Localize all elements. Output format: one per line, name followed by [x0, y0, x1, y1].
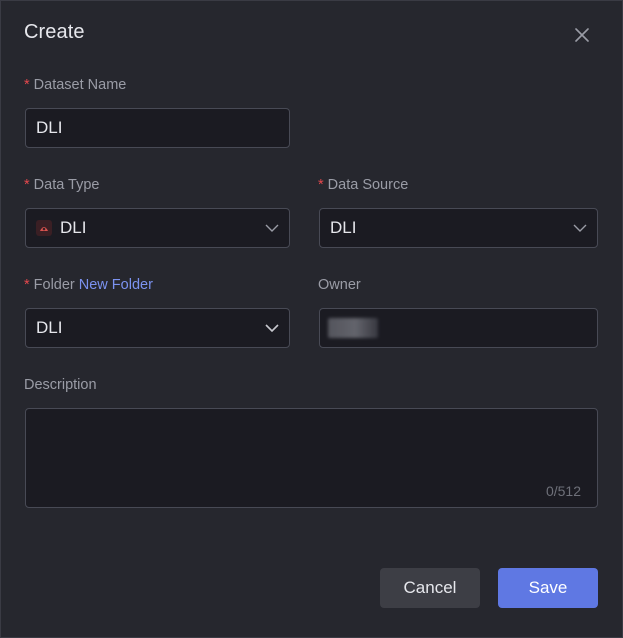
chevron-down-icon	[265, 224, 279, 232]
owner-label: Owner	[318, 277, 361, 293]
dli-icon	[36, 220, 52, 236]
required-mark: *	[318, 177, 324, 193]
folder-value: DLI	[36, 318, 63, 337]
char-counter: 0/512	[545, 483, 581, 499]
dataset-name-value: DLI	[36, 118, 63, 137]
data-source-label: * Data Source	[318, 177, 408, 193]
required-mark: *	[24, 177, 30, 193]
data-type-value: DLI	[60, 218, 87, 237]
chevron-down-icon	[573, 224, 587, 232]
data-type-select[interactable]: DLI	[25, 208, 290, 248]
folder-label: * Folder New Folder	[24, 277, 153, 293]
data-source-select[interactable]: DLI	[319, 208, 598, 248]
required-mark: *	[24, 277, 30, 293]
chevron-down-icon	[265, 324, 279, 332]
owner-field[interactable]	[319, 308, 598, 348]
folder-label-text: Folder	[33, 277, 75, 293]
data-source-value: DLI	[330, 218, 357, 237]
save-button[interactable]: Save	[498, 568, 598, 608]
data-type-label: * Data Type	[24, 177, 100, 193]
data-type-label-text: Data Type	[33, 177, 100, 193]
dataset-name-label: * Dataset Name	[24, 77, 126, 93]
new-folder-link[interactable]: New Folder	[79, 277, 153, 293]
data-source-label-text: Data Source	[327, 177, 409, 193]
dataset-name-input[interactable]: DLI	[25, 108, 290, 148]
required-mark: *	[24, 77, 30, 93]
create-dataset-dialog: Create * Dataset Name DLI * Data Type DLI …	[0, 0, 623, 638]
close-icon[interactable]	[571, 24, 593, 46]
description-textarea[interactable]: 0/512	[25, 408, 598, 508]
description-label: Description	[24, 377, 97, 393]
folder-select[interactable]: DLI	[25, 308, 290, 348]
owner-avatar-redacted	[328, 318, 378, 338]
cancel-button[interactable]: Cancel	[380, 568, 480, 608]
dataset-name-label-text: Dataset Name	[33, 77, 127, 93]
dialog-title: Create	[24, 21, 85, 43]
